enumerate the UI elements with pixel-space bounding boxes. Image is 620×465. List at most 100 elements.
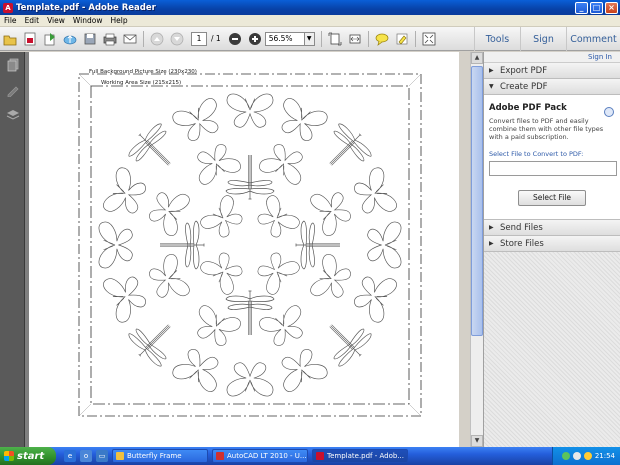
zoom-dropdown-icon[interactable]: ▼ bbox=[303, 31, 315, 46]
fit-page-icon[interactable] bbox=[327, 31, 343, 47]
butterfly-shape bbox=[170, 344, 227, 394]
butterfly-shape bbox=[349, 268, 399, 325]
send-files-section[interactable]: ▶ Send Files bbox=[484, 220, 620, 236]
menu-view[interactable]: View bbox=[43, 16, 69, 25]
menu-file[interactable]: File bbox=[0, 16, 21, 25]
window-title: Template.pdf - Adobe Reader bbox=[16, 2, 156, 13]
windows-taskbar: start e o ▭ Butterfly Frame AutoCAD LT 2… bbox=[0, 447, 620, 465]
network-icon[interactable] bbox=[561, 452, 570, 460]
toolbar-separator bbox=[320, 30, 322, 47]
create-pdf-icon[interactable] bbox=[22, 31, 38, 47]
print-icon[interactable] bbox=[102, 31, 118, 47]
butterfly-shape bbox=[144, 252, 192, 306]
butterfly-shape bbox=[226, 362, 274, 397]
left-navigation-pane bbox=[0, 52, 25, 447]
butterfly-shape bbox=[308, 184, 356, 238]
butterfly-shape bbox=[101, 165, 151, 222]
signatures-icon[interactable] bbox=[0, 77, 25, 102]
ie-icon[interactable]: e bbox=[64, 450, 76, 462]
butterfly-shape bbox=[367, 221, 402, 269]
taskbar-autocad[interactable]: AutoCAD LT 2010 - U... bbox=[212, 449, 308, 463]
menu-window[interactable]: Window bbox=[69, 16, 107, 25]
zoom-level-input[interactable]: 56.5% ▼ bbox=[264, 31, 315, 46]
zoom-level-value: 56.5% bbox=[268, 33, 293, 43]
chevron-right-icon: ▶ bbox=[489, 67, 494, 74]
select-file-button[interactable]: Select File bbox=[518, 190, 586, 206]
dragonfly-shape bbox=[314, 309, 377, 372]
open-file-icon[interactable] bbox=[2, 31, 18, 47]
maximize-button[interactable]: □ bbox=[590, 1, 603, 14]
outlook-icon[interactable]: o bbox=[80, 450, 92, 462]
page-number-input[interactable]: 1 bbox=[191, 31, 207, 46]
security-icon[interactable] bbox=[583, 452, 592, 460]
store-files-label: Store Files bbox=[500, 238, 544, 249]
butterfly-shape bbox=[273, 344, 330, 394]
save-icon[interactable] bbox=[82, 31, 98, 47]
close-button[interactable]: × bbox=[605, 1, 618, 14]
butterfly-shape bbox=[198, 193, 249, 244]
pdf-pack-title: Adobe PDF Pack bbox=[489, 103, 567, 113]
layers-icon[interactable] bbox=[0, 102, 25, 127]
menu-help[interactable]: Help bbox=[106, 16, 131, 25]
tab-comment[interactable]: Comment bbox=[566, 27, 620, 51]
vertical-scrollbar[interactable]: ▲ ▼ bbox=[470, 52, 483, 447]
fit-width-icon[interactable] bbox=[347, 31, 363, 47]
menu-bar: File Edit View Window Help bbox=[0, 15, 620, 27]
main-toolbar: 1 / 1 56.5% ▼ Tools Sign Comment bbox=[0, 27, 620, 51]
dragonfly-shape bbox=[225, 290, 275, 336]
tab-sign[interactable]: Sign bbox=[520, 27, 566, 51]
create-pdf-label: Create PDF bbox=[500, 81, 548, 92]
butterfly-shape bbox=[144, 184, 192, 238]
full-screen-icon[interactable] bbox=[421, 31, 437, 47]
scroll-down-arrow-icon[interactable]: ▼ bbox=[471, 435, 483, 447]
show-desktop-icon[interactable]: ▭ bbox=[96, 450, 108, 462]
page-total: / 1 bbox=[211, 34, 221, 43]
taskbar-adobe-reader[interactable]: Template.pdf - Adob... bbox=[312, 449, 408, 463]
toolbar-separator bbox=[143, 30, 144, 47]
autocad-icon bbox=[216, 452, 224, 460]
pdf-pack-description: Convert files to PDF and easily combine … bbox=[489, 117, 604, 141]
next-page-icon[interactable] bbox=[169, 31, 185, 47]
file-to-convert-input[interactable] bbox=[489, 161, 617, 176]
butterfly-shape bbox=[349, 165, 399, 222]
info-icon[interactable] bbox=[604, 107, 614, 117]
previous-page-icon[interactable] bbox=[149, 31, 165, 47]
volume-icon[interactable] bbox=[572, 452, 581, 460]
email-icon[interactable] bbox=[122, 31, 138, 47]
cloud-upload-icon[interactable] bbox=[62, 31, 78, 47]
tools-pane: Sign In ▶ Export PDF ▼ Create PDF Adobe … bbox=[483, 52, 620, 447]
create-pdf-body: Adobe PDF Pack Convert files to PDF and … bbox=[484, 95, 620, 220]
dragonfly-shape bbox=[314, 118, 377, 181]
select-file-label: Select File to Convert to PDF: bbox=[489, 150, 584, 158]
comment-bubble-icon[interactable] bbox=[374, 31, 390, 47]
zoom-in-icon[interactable] bbox=[247, 31, 263, 47]
butterfly-shape bbox=[189, 139, 243, 187]
taskbar-butterfly-frame[interactable]: Butterfly Frame bbox=[112, 449, 208, 463]
highlight-icon[interactable] bbox=[394, 31, 410, 47]
export-icon[interactable] bbox=[42, 31, 58, 47]
document-view[interactable]: Full Background Picture Size (230x230) W… bbox=[25, 52, 459, 447]
menu-edit[interactable]: Edit bbox=[21, 16, 44, 25]
butterfly-template-drawing bbox=[78, 73, 422, 417]
sign-in-link[interactable]: Sign In bbox=[484, 52, 620, 63]
butterfly-shape bbox=[170, 96, 227, 146]
store-files-section[interactable]: ▶ Store Files bbox=[484, 236, 620, 252]
scrollbar-thumb[interactable] bbox=[471, 66, 483, 336]
system-tray: 21:54 bbox=[552, 447, 620, 465]
butterfly-shape bbox=[101, 268, 151, 325]
export-pdf-section[interactable]: ▶ Export PDF bbox=[484, 63, 620, 79]
butterfly-shape bbox=[226, 93, 274, 128]
tab-tools[interactable]: Tools bbox=[474, 27, 520, 51]
start-button[interactable]: start bbox=[0, 447, 56, 465]
create-pdf-section[interactable]: ▼ Create PDF bbox=[484, 79, 620, 95]
adobe-reader-icon bbox=[316, 452, 324, 460]
butterfly-shape bbox=[308, 252, 356, 306]
butterfly-shape bbox=[273, 96, 330, 146]
butterfly-shape bbox=[198, 246, 249, 297]
pdf-page: Full Background Picture Size (230x230) W… bbox=[29, 52, 459, 447]
minimize-button[interactable]: _ bbox=[575, 1, 588, 14]
zoom-out-icon[interactable] bbox=[227, 31, 243, 47]
scroll-up-arrow-icon[interactable]: ▲ bbox=[471, 52, 483, 64]
page-thumbnails-icon[interactable] bbox=[0, 52, 25, 77]
butterfly-shape bbox=[251, 246, 302, 297]
